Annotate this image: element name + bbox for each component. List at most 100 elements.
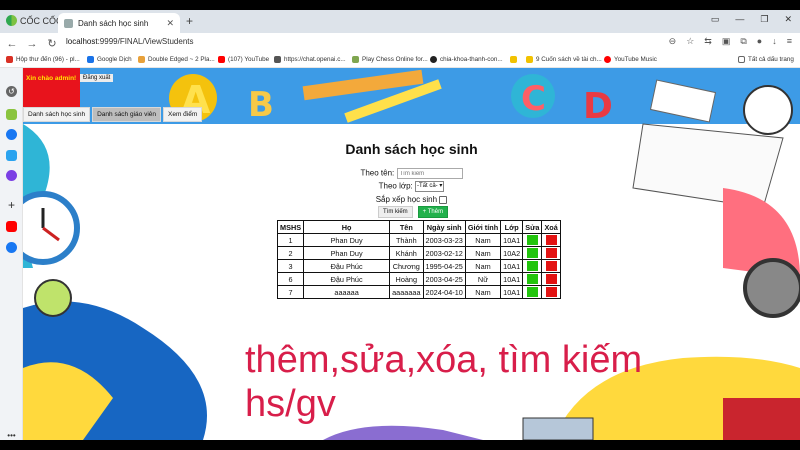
table-row: 3 Đậu Phúc Chương 1995-04-25 Nam 10A1 (276, 259, 561, 273)
url-field[interactable]: localhost:9999/FINAL/ViewStudents (66, 37, 194, 46)
translate-icon[interactable]: ⇆ (704, 36, 712, 47)
edit-button[interactable] (526, 287, 538, 297)
class-filter-row: Theo lớp: -Tất cả- ▾ (23, 181, 800, 192)
extension-icon[interactable]: ▣ (722, 36, 731, 47)
menu-item-grades[interactable]: Xem điểm (163, 107, 203, 122)
table-cell: Nam (464, 259, 502, 273)
app-icon[interactable] (6, 109, 17, 120)
bookmark-item[interactable]: (107) YouTube (218, 56, 269, 63)
column-header: Xoá (541, 220, 561, 234)
table-cell: Nữ (464, 272, 502, 286)
delete-button[interactable] (545, 261, 557, 271)
edit-cell (522, 259, 543, 273)
delete-button[interactable] (545, 287, 557, 297)
edit-button[interactable] (526, 248, 538, 258)
svg-text:C: C (521, 79, 546, 119)
tab-title: Danh sách học sinh (78, 18, 149, 28)
class-select[interactable]: -Tất cả- ▾ (415, 181, 445, 192)
minimize-button[interactable]: — (735, 14, 744, 25)
github-icon (430, 56, 437, 63)
close-window-button[interactable]: ✕ (784, 14, 792, 25)
cast-icon[interactable]: ▭ (711, 14, 720, 25)
table-cell: 2003-02-12 (422, 246, 466, 260)
delete-button[interactable] (545, 274, 557, 284)
tab-strip: CỐC CỐC Danh sách học sinh ✕ + ▭ — ❐ ✕ (0, 10, 800, 33)
tab-close-icon[interactable]: ✕ (166, 18, 174, 29)
browser-tab-active[interactable]: Danh sách học sinh ✕ (58, 13, 180, 33)
delete-cell (541, 285, 561, 299)
openai-icon (274, 56, 281, 63)
caption-line-1: thêm,sửa,xóa, tìm kiếm (245, 339, 643, 381)
browser-brand: CỐC CỐC (6, 15, 63, 26)
logout-button[interactable]: Đăng xuất (80, 74, 114, 82)
chevron-down-icon: ▾ (439, 183, 443, 189)
edit-button[interactable] (526, 235, 538, 245)
sort-checkbox[interactable] (439, 195, 448, 204)
table-row: 2 Phan Duy Khánh 2003-02-12 Nam 10A2 (276, 246, 561, 260)
svg-text:B: B (248, 85, 274, 125)
edit-cell (522, 285, 543, 299)
search-input[interactable] (396, 168, 463, 179)
menu-item-students[interactable]: Danh sách học sinh (23, 107, 91, 122)
download-icon[interactable]: ↓ (772, 36, 777, 47)
coccoc-logo-icon (6, 15, 17, 26)
browser-sidebar: ↺ + ••• (0, 68, 23, 440)
forward-arrow-icon[interactable]: → (22, 38, 42, 50)
bookmark-item[interactable]: https://chat.openai.c... (274, 56, 346, 63)
add-icon[interactable]: + (6, 199, 17, 211)
more-icon[interactable]: ••• (6, 430, 17, 440)
bookmark-item[interactable]: chia-khoa-thanh-con... (430, 56, 503, 63)
menu-item-teachers[interactable]: Danh sách giáo viên (92, 107, 161, 122)
bookmark-star-icon[interactable]: ☆ (686, 36, 694, 47)
edit-button[interactable] (526, 261, 538, 271)
table-cell: Nam (464, 285, 502, 299)
menu-icon[interactable]: ≡ (787, 36, 792, 47)
zoom-icon[interactable]: ⊖ (669, 36, 677, 47)
maximize-button[interactable]: ❐ (760, 14, 768, 25)
table-body: 1 Phan Duy Thành 2003-03-23 Nam 10A1 2 Phan Duy… (276, 233, 561, 299)
caption-line-2: hs/gv (245, 383, 336, 425)
zalo-icon[interactable] (6, 150, 17, 161)
bookmark-item[interactable]: Hộp thư đến (96) - pl... (6, 56, 80, 63)
add-student-button[interactable]: + Thêm (417, 206, 449, 218)
facebook-icon[interactable] (6, 242, 17, 253)
messenger-icon[interactable] (6, 129, 17, 140)
back-arrow-icon[interactable]: ← (2, 38, 22, 50)
search-button[interactable]: Tìm kiếm (378, 206, 413, 218)
history-icon[interactable]: ↺ (6, 86, 17, 97)
column-header: Họ (303, 220, 391, 234)
column-header: Sửa (522, 220, 543, 234)
page-title: Danh sách học sinh (345, 141, 478, 157)
delete-cell (541, 272, 561, 286)
table-cell: Nam (464, 246, 502, 260)
bookmark-favicon-icon (138, 56, 145, 63)
search-name-row: Theo tên: (23, 168, 800, 179)
gmail-icon (6, 56, 13, 63)
new-tab-button[interactable]: + (186, 14, 193, 28)
address-bar: ← → ↻ localhost:9999/FINAL/ViewStudents … (0, 33, 800, 54)
table-cell: 2003-03-23 (422, 233, 466, 247)
table-cell: 10A1 (500, 272, 524, 286)
all-bookmarks-button[interactable]: Tất cả dấu trang (738, 56, 794, 63)
assistant-icon[interactable] (6, 170, 17, 181)
profile-icon[interactable]: ● (757, 36, 762, 47)
table-cell: 2024-04-10 (422, 285, 466, 299)
youtube-music-icon (604, 56, 611, 63)
bookmark-item[interactable]: Play Chess Online for... (352, 56, 428, 63)
bookmark-item[interactable]: Google Dịch (87, 56, 132, 63)
bookmark-item[interactable] (510, 56, 520, 63)
table-row: 7 aaaaaa aaaaaaa 2024-04-10 Nam 10A1 (276, 285, 561, 299)
youtube-icon[interactable] (6, 221, 17, 232)
edit-button[interactable] (526, 274, 538, 284)
bookmark-item[interactable]: 9 Cuốn sách về tài ch... (526, 56, 602, 63)
table-cell: 2 (276, 246, 305, 260)
delete-button[interactable] (545, 235, 557, 245)
reload-icon[interactable]: ↻ (42, 37, 62, 50)
bookmark-item[interactable]: YouTube Music (604, 56, 657, 63)
delete-button[interactable] (545, 248, 557, 258)
table-cell: 1995-04-25 (422, 259, 466, 273)
screenshot-icon[interactable]: ⧉ (740, 36, 746, 47)
bookmark-item[interactable]: Double Edged ~ 2 Pla... (138, 56, 215, 63)
search-name-label: Theo tên: (360, 168, 395, 178)
column-header: Giới tính (464, 220, 502, 234)
